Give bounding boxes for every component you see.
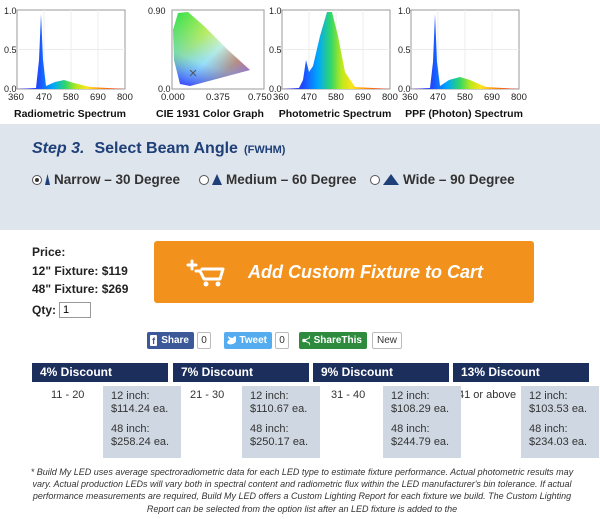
radio-medium[interactable] [199, 174, 209, 185]
inch12-label: 12 inch: [529, 390, 568, 402]
discount-range-3: 31 - 40 [331, 389, 366, 401]
new-badge: New [372, 332, 403, 349]
facebook-icon: f [150, 335, 158, 346]
radiometric-title: Radiometric Spectrum [13, 108, 127, 120]
inch48-price: $244.79 ea. [391, 436, 450, 448]
photo-x-tick-690: 690 [355, 92, 371, 103]
discount-range-2: 21 - 30 [190, 389, 225, 401]
step-number: Step 3. [32, 140, 85, 157]
price-heading: Price: [32, 245, 66, 259]
step-title-text: Select Beam Angle [94, 140, 238, 157]
discount-header-4: 4% Discount [32, 363, 168, 382]
photo-y-tick-1: 1.0 [269, 6, 282, 16]
discount-header-13: 13% Discount [453, 363, 589, 382]
radiometric-spectrum-graph: 1.0 0.5 0.0 360 470 580 690 800 [0, 0, 140, 106]
beam-option-narrow[interactable]: Narrow – 30 Degree [32, 172, 180, 187]
add-to-cart-label: Add Custom Fixture to Cart [248, 261, 484, 282]
inch12-label: 12 inch: [111, 390, 150, 402]
discount-range-4: 41 or above [458, 389, 517, 401]
quantity-input[interactable] [59, 302, 91, 318]
ppf-x-tick-800: 800 [511, 92, 527, 103]
inch12-price: $114.24 ea. [111, 403, 169, 415]
inch48-price: $234.03 ea. [529, 436, 588, 448]
inch48-price: $258.24 ea. [111, 436, 170, 448]
medium-beam-icon [212, 174, 222, 185]
add-to-cart-button[interactable]: Add Custom Fixture to Cart [154, 241, 534, 303]
ppf-y-tick-05: 0.5 [398, 45, 411, 55]
x-tick-580: 580 [63, 92, 79, 103]
discount-header-7: 7% Discount [173, 363, 309, 382]
ppf-title: PPF (Photon) Spectrum [405, 108, 523, 120]
ppf-x-tick-580: 580 [457, 92, 473, 103]
inch12-label: 12 inch: [250, 390, 289, 402]
inch12-price: $110.67 ea. [250, 403, 308, 415]
twitter-bird-icon [227, 335, 237, 344]
ppf-x-tick-360: 360 [402, 92, 418, 103]
qty-label: Qty: [32, 303, 56, 317]
discount-header-9: 9% Discount [313, 363, 449, 382]
price-48-inch: 48" Fixture: $269 [32, 282, 129, 296]
radio-narrow[interactable] [32, 174, 42, 185]
discount-prices-2: 12 inch: $110.67 ea. 48 inch: $250.17 ea… [242, 386, 320, 458]
inch12-price: $108.29 ea. [391, 403, 450, 415]
y-tick-1: 1.0 [4, 6, 17, 16]
beam-option-wide[interactable]: Wide – 90 Degree [370, 172, 515, 187]
y-tick-05: 0.5 [4, 45, 17, 55]
beam-wide-label: Wide – 90 Degree [403, 172, 515, 187]
inch12-price: $103.53 ea. [529, 403, 588, 415]
radio-wide[interactable] [370, 174, 380, 185]
facebook-share-button[interactable]: f Share [147, 332, 194, 349]
inch48-label: 48 inch: [391, 423, 430, 435]
x-tick-360: 360 [8, 92, 24, 103]
share-icon [302, 335, 310, 346]
photo-x-tick-470: 470 [301, 92, 317, 103]
fwhm-label: (FWHM) [243, 144, 286, 156]
tweet-count: 0 [275, 332, 289, 349]
photo-x-tick-360: 360 [273, 92, 289, 103]
price-12-inch: 12" Fixture: $119 [32, 263, 128, 278]
photo-y-tick-05: 0.5 [269, 45, 282, 55]
discount-prices-1: 12 inch: $114.24 ea. 48 inch: $258.24 ea… [103, 386, 181, 458]
facebook-share-count: 0 [197, 332, 211, 349]
beam-medium-label: Medium – 60 Degree [226, 172, 357, 187]
ppf-y-tick-1: 1.0 [398, 6, 411, 16]
ppf-x-tick-690: 690 [484, 92, 500, 103]
facebook-share-label: Share [161, 335, 189, 346]
photo-x-tick-580: 580 [328, 92, 344, 103]
photometric-title: Photometric Spectrum [278, 108, 392, 120]
cie-y-tick-top: 0.90 [148, 6, 166, 16]
beam-option-medium[interactable]: Medium – 60 Degree [199, 172, 357, 187]
discount-range-1: 11 - 20 [51, 389, 85, 401]
x-tick-800: 800 [117, 92, 133, 103]
inch48-price: $250.17 ea. [250, 436, 309, 448]
inch12-label: 12 inch: [391, 390, 430, 402]
ppf-spectrum-graph: 1.0 0.5 0.0 360 470 580 690 800 [394, 0, 534, 106]
narrow-beam-icon [45, 174, 50, 185]
inch48-label: 48 inch: [529, 423, 568, 435]
discount-prices-4: 12 inch: $103.53 ea. 48 inch: $234.03 ea… [521, 386, 599, 458]
price-block: Price: 12" Fixture: $119 48" Fixture: $2… [32, 243, 128, 299]
cart-plus-icon [186, 259, 225, 287]
sharethis-button[interactable]: ShareThis [299, 332, 367, 349]
inch48-label: 48 inch: [250, 423, 289, 435]
footnote: * Build My LED uses average spectroradio… [30, 467, 574, 514]
photometric-spectrum-graph: 1.0 0.5 0.0 360 470 580 690 800 [265, 0, 405, 106]
wide-beam-icon [383, 174, 399, 185]
cie-x-tick-375: 0.375 [206, 92, 230, 103]
ppf-x-tick-470: 470 [430, 92, 446, 103]
x-tick-470: 470 [36, 92, 52, 103]
step-3-heading: Step 3. Select Beam Angle (FWHM) [32, 140, 285, 158]
beam-narrow-label: Narrow – 30 Degree [54, 172, 181, 187]
inch48-label: 48 inch: [111, 423, 150, 435]
cie-color-graph: 0.90 0.0 0.000 0.375 0.750 [140, 0, 280, 106]
sharethis-label: ShareThis [313, 335, 362, 346]
cie-title: CIE 1931 Color Graph [156, 108, 264, 120]
tweet-label: Tweet [239, 335, 267, 346]
cie-x-tick-0: 0.000 [161, 92, 185, 103]
tweet-button[interactable]: Tweet [224, 332, 272, 349]
x-tick-690: 690 [90, 92, 106, 103]
discount-prices-3: 12 inch: $108.29 ea. 48 inch: $244.79 ea… [383, 386, 461, 458]
